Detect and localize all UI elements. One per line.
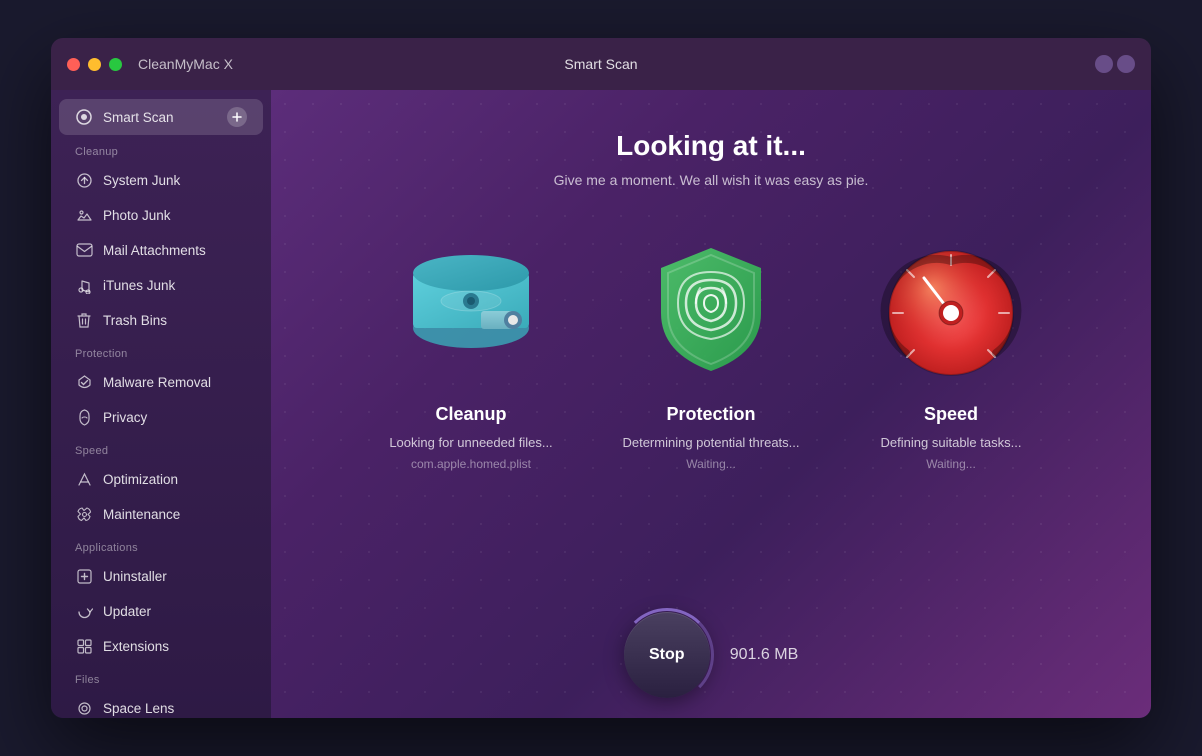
cleanup-card-title: Cleanup: [435, 404, 506, 425]
sidebar-item-smart-scan[interactable]: Smart Scan: [59, 99, 263, 135]
cleanup-card: Cleanup Looking for unneeded files... co…: [371, 228, 571, 471]
menu-dot[interactable]: [1117, 55, 1135, 73]
cleanup-card-status: Looking for unneeded files...: [389, 433, 552, 453]
sidebar-item-extensions[interactable]: Extensions: [59, 629, 263, 663]
optimization-label: Optimization: [103, 472, 178, 487]
speed-card-title: Speed: [924, 404, 978, 425]
space-lens-icon: [75, 699, 93, 717]
app-name: CleanMyMac X: [138, 56, 233, 72]
itunes-junk-label: iTunes Junk: [103, 278, 175, 293]
section-cleanup-label: Cleanup: [51, 136, 271, 162]
section-speed-label: Speed: [51, 435, 271, 461]
main-content: Looking at it... Give me a moment. We al…: [271, 90, 1151, 718]
smart-scan-icon: [75, 108, 93, 126]
sidebar-item-updater[interactable]: Updater: [59, 594, 263, 628]
cleanup-card-icon: [391, 228, 551, 388]
speed-card: Speed Defining suitable tasks... Waiting…: [851, 228, 1051, 471]
stop-button[interactable]: Stop: [624, 612, 710, 698]
system-junk-label: System Junk: [103, 173, 180, 188]
optimization-icon: [75, 470, 93, 488]
photo-junk-label: Photo Junk: [103, 208, 171, 223]
space-lens-label: Space Lens: [103, 701, 174, 716]
bottom-row: Stop 901.6 MB: [624, 612, 798, 698]
sidebar-item-itunes-junk[interactable]: iTunes Junk: [59, 268, 263, 302]
smart-scan-badge: [227, 107, 247, 127]
section-files-label: Files: [51, 664, 271, 690]
updater-icon: [75, 602, 93, 620]
trash-bins-icon: [75, 311, 93, 329]
content-area: Smart Scan Cleanup System Junk: [51, 90, 1151, 718]
speed-card-icon: [871, 228, 1031, 388]
uninstaller-icon: [75, 567, 93, 585]
sidebar-item-space-lens[interactable]: Space Lens: [59, 691, 263, 718]
smart-scan-label: Smart Scan: [103, 110, 174, 125]
privacy-label: Privacy: [103, 410, 147, 425]
sidebar-item-system-junk[interactable]: System Junk: [59, 163, 263, 197]
maintenance-label: Maintenance: [103, 507, 180, 522]
mail-attachments-icon: [75, 241, 93, 259]
maintenance-icon: [75, 505, 93, 523]
protection-card-waiting: Waiting...: [686, 457, 736, 471]
protection-card-icon: [631, 228, 791, 388]
fullscreen-button[interactable]: [109, 58, 122, 71]
protection-card: Protection Determining potential threats…: [611, 228, 811, 471]
extensions-icon: [75, 637, 93, 655]
titlebar: CleanMyMac X Smart Scan: [51, 38, 1151, 90]
sidebar-item-uninstaller[interactable]: Uninstaller: [59, 559, 263, 593]
sidebar-item-privacy[interactable]: Privacy: [59, 400, 263, 434]
malware-removal-label: Malware Removal: [103, 375, 211, 390]
main-subtitle: Give me a moment. We all wish it was eas…: [554, 172, 869, 188]
app-window: CleanMyMac X Smart Scan Smart Scan: [51, 38, 1151, 718]
settings-dot[interactable]: [1095, 55, 1113, 73]
cards-row: Cleanup Looking for unneeded files... co…: [291, 228, 1131, 471]
sidebar-item-trash-bins[interactable]: Trash Bins: [59, 303, 263, 337]
sidebar: Smart Scan Cleanup System Junk: [51, 90, 271, 718]
malware-removal-icon: [75, 373, 93, 391]
size-label: 901.6 MB: [730, 646, 798, 664]
speed-card-status: Defining suitable tasks...: [881, 433, 1022, 453]
minimize-button[interactable]: [88, 58, 101, 71]
speed-card-waiting: Waiting...: [926, 457, 976, 471]
close-button[interactable]: [67, 58, 80, 71]
sidebar-item-malware-removal[interactable]: Malware Removal: [59, 365, 263, 399]
sidebar-item-maintenance[interactable]: Maintenance: [59, 497, 263, 531]
privacy-icon: [75, 408, 93, 426]
cleanup-card-file: com.apple.homed.plist: [411, 457, 531, 471]
sidebar-item-mail-attachments[interactable]: Mail Attachments: [59, 233, 263, 267]
traffic-lights: [67, 58, 122, 71]
updater-label: Updater: [103, 604, 151, 619]
titlebar-controls: [1095, 55, 1135, 73]
uninstaller-label: Uninstaller: [103, 569, 167, 584]
extensions-label: Extensions: [103, 639, 169, 654]
protection-card-status: Determining potential threats...: [622, 433, 799, 453]
window-title: Smart Scan: [564, 56, 637, 72]
trash-bins-label: Trash Bins: [103, 313, 167, 328]
sidebar-item-optimization[interactable]: Optimization: [59, 462, 263, 496]
section-applications-label: Applications: [51, 532, 271, 558]
sidebar-item-photo-junk[interactable]: Photo Junk: [59, 198, 263, 232]
system-junk-icon: [75, 171, 93, 189]
protection-card-title: Protection: [666, 404, 755, 425]
mail-attachments-label: Mail Attachments: [103, 243, 206, 258]
photo-junk-icon: [75, 206, 93, 224]
section-protection-label: Protection: [51, 338, 271, 364]
itunes-junk-icon: [75, 276, 93, 294]
main-title: Looking at it...: [616, 130, 806, 162]
